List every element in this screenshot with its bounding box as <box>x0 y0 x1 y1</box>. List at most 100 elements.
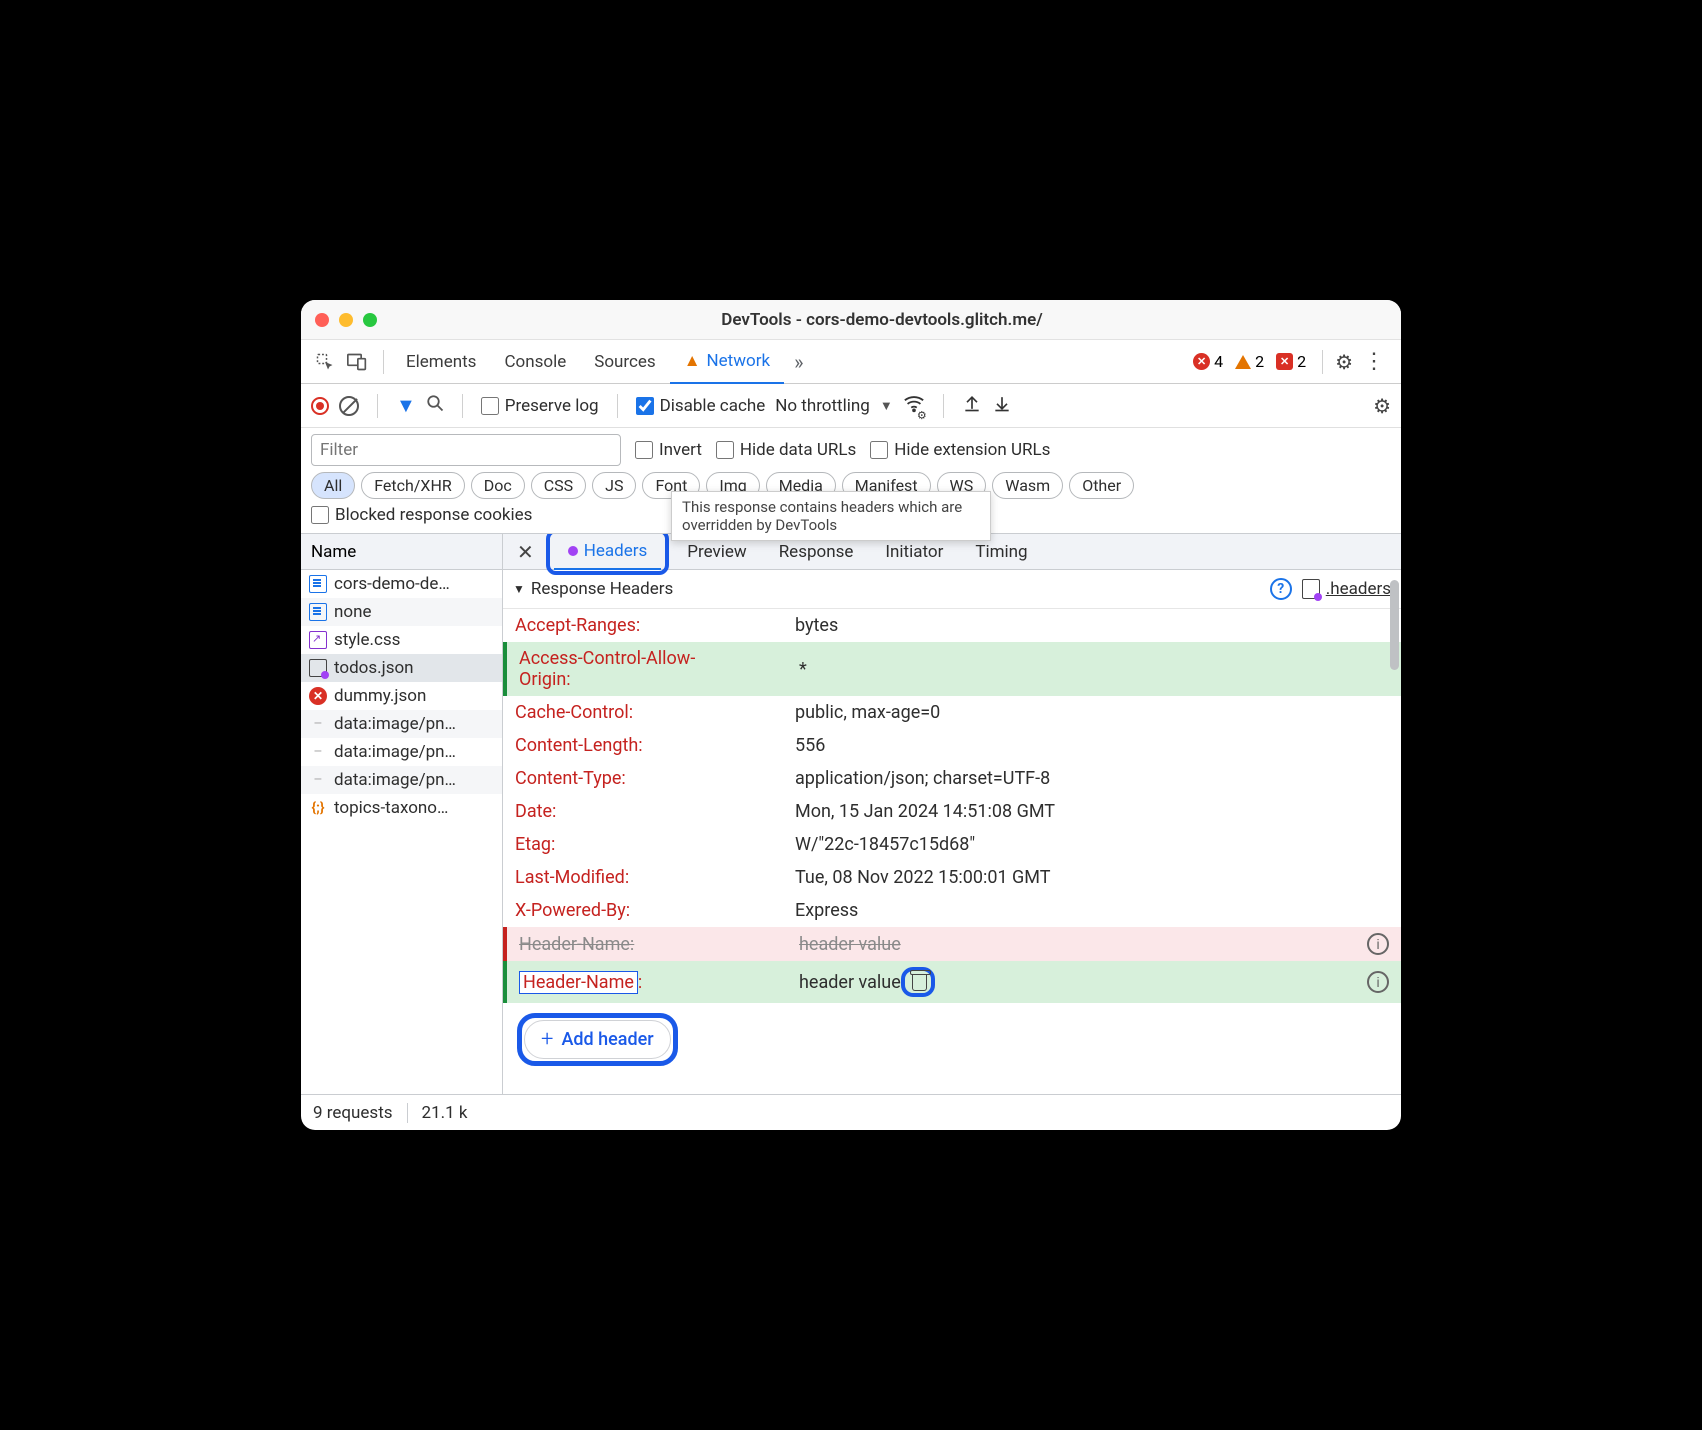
header-row[interactable]: Last-Modified:Tue, 08 Nov 2022 15:00:01 … <box>503 861 1401 894</box>
request-row[interactable]: none <box>301 598 502 626</box>
request-row[interactable]: –data:image/pn… <box>301 766 502 794</box>
header-value: Mon, 15 Jan 2024 14:51:08 GMT <box>795 801 1055 822</box>
header-row[interactable]: Cache-Control:public, max-age=0 <box>503 696 1401 729</box>
main-tabs-bar: Elements Console Sources ▲ Network » ✕4 … <box>301 340 1401 384</box>
add-header-button[interactable]: + Add header <box>524 1020 671 1059</box>
error-count-badge[interactable]: ✕4 <box>1189 352 1227 371</box>
devtools-window: DevTools - cors-demo-devtools.glitch.me/… <box>301 300 1401 1130</box>
override-tooltip: This response contains headers which are… <box>671 491 991 541</box>
filter-pill-all[interactable]: All <box>311 472 355 499</box>
tab-console[interactable]: Console <box>490 340 580 384</box>
header-name: Header-Name: <box>519 934 799 955</box>
response-headers-section-title[interactable]: ▼ Response Headers ? .headers <box>503 570 1401 609</box>
tab-sources[interactable]: Sources <box>580 340 669 384</box>
window-title: DevTools - cors-demo-devtools.glitch.me/ <box>377 310 1387 330</box>
filter-pill-js[interactable]: JS <box>592 472 636 499</box>
request-row[interactable]: todos.json <box>301 654 502 682</box>
toolbar-right-group: ✕4 2 ✕2 ⚙ ⋮ <box>1189 349 1391 374</box>
network-conditions-icon[interactable]: ⚙ <box>903 392 925 420</box>
export-har-icon[interactable] <box>962 393 982 419</box>
override-file-icon <box>309 659 327 677</box>
preserve-log-checkbox[interactable]: Preserve log <box>481 396 599 416</box>
request-row[interactable]: cors-demo-de… <box>301 570 502 598</box>
header-value[interactable]: header value <box>799 972 901 993</box>
header-row[interactable]: Access-Control-Allow-Origin:* <box>503 642 1401 696</box>
request-name: cors-demo-de… <box>334 574 450 594</box>
blocked-cookies-checkbox[interactable]: Blocked response cookies <box>311 505 532 525</box>
disable-cache-checkbox[interactable]: Disable cache <box>636 396 766 416</box>
record-button[interactable] <box>311 397 329 415</box>
issue-count-badge[interactable]: ✕2 <box>1272 352 1310 371</box>
clear-button[interactable] <box>339 396 359 416</box>
divider <box>1322 350 1323 374</box>
warning-icon: ▲ <box>684 351 701 371</box>
header-name-input[interactable]: Header-Name <box>519 971 638 994</box>
header-row[interactable]: Etag:W/"22c-18457c15d68" <box>503 828 1401 861</box>
filter-toggle-icon[interactable]: ▼ <box>396 393 416 418</box>
headers-file-link[interactable]: .headers <box>1302 579 1391 599</box>
override-file-icon <box>1302 579 1320 599</box>
vertical-scrollbar[interactable] <box>1390 580 1399 670</box>
request-row[interactable]: ✕dummy.json <box>301 682 502 710</box>
hide-extension-urls-checkbox[interactable]: Hide extension URLs <box>870 440 1050 460</box>
warning-count-badge[interactable]: 2 <box>1231 352 1268 371</box>
filter-pill-other[interactable]: Other <box>1069 472 1134 499</box>
help-icon[interactable]: ? <box>1270 578 1292 600</box>
request-row[interactable]: style.css <box>301 626 502 654</box>
request-row[interactable]: –data:image/pn… <box>301 710 502 738</box>
hide-data-urls-checkbox[interactable]: Hide data URLs <box>716 440 856 460</box>
tab-headers[interactable]: Headers <box>554 534 662 570</box>
divider <box>377 394 378 418</box>
tab-elements[interactable]: Elements <box>392 340 490 384</box>
filter-pill-css[interactable]: CSS <box>531 472 586 499</box>
divider <box>383 350 384 374</box>
filter-input[interactable] <box>311 434 621 466</box>
delete-header-button[interactable] <box>910 972 930 992</box>
header-row[interactable]: Date:Mon, 15 Jan 2024 14:51:08 GMT <box>503 795 1401 828</box>
close-details-button[interactable]: ✕ <box>509 540 542 564</box>
window-titlebar: DevTools - cors-demo-devtools.glitch.me/ <box>301 300 1401 340</box>
throttling-select[interactable]: No throttling <box>775 396 870 416</box>
info-icon[interactable]: i <box>1367 971 1389 993</box>
settings-gear-icon[interactable]: ⚙ <box>1335 350 1353 374</box>
header-value: application/json; charset=UTF-8 <box>795 768 1050 789</box>
minimize-window-button[interactable] <box>339 313 353 327</box>
info-icon[interactable]: i <box>1367 933 1389 955</box>
invert-checkbox[interactable]: Invert <box>635 440 702 460</box>
override-indicator-icon <box>568 546 578 556</box>
import-har-icon[interactable] <box>992 393 1012 419</box>
throttling-caret-icon[interactable]: ▼ <box>880 398 893 414</box>
tab-network[interactable]: ▲ Network <box>670 340 784 384</box>
document-icon <box>309 575 327 593</box>
header-row[interactable]: Header-Name:header valuei <box>503 927 1401 961</box>
request-list: cors-demo-de… none style.css todos.json✕dum… <box>301 570 502 822</box>
header-value: bytes <box>795 615 838 636</box>
name-column-header[interactable]: Name <box>301 534 502 570</box>
request-details-column: ✕ Headers Preview Response Initiator Tim… <box>503 534 1401 1094</box>
header-value: Express <box>795 900 858 921</box>
device-toolbar-icon[interactable] <box>343 348 371 376</box>
header-row[interactable]: Accept-Ranges:bytes <box>503 609 1401 642</box>
more-menu-icon[interactable]: ⋮ <box>1357 349 1391 374</box>
request-name: style.css <box>334 630 400 650</box>
inspect-element-icon[interactable] <box>311 348 339 376</box>
document-icon <box>309 603 327 621</box>
filter-pill-doc[interactable]: Doc <box>471 472 525 499</box>
header-row[interactable]: Header-Name:header valuei <box>503 961 1401 1003</box>
header-name: Etag: <box>515 834 795 855</box>
network-toolbar: ▼ Preserve log Disable cache No throttli… <box>301 384 1401 428</box>
network-settings-gear-icon[interactable]: ⚙ <box>1373 394 1391 418</box>
search-icon[interactable] <box>426 394 444 417</box>
add-header-row: + Add header <box>503 1003 1401 1080</box>
filter-pill-fetchxhr[interactable]: Fetch/XHR <box>361 472 465 499</box>
maximize-window-button[interactable] <box>363 313 377 327</box>
tabs-overflow-button[interactable]: » <box>784 350 813 374</box>
header-name: Accept-Ranges: <box>515 615 795 636</box>
close-window-button[interactable] <box>315 313 329 327</box>
header-row[interactable]: Content-Length:556 <box>503 729 1401 762</box>
header-row[interactable]: X-Powered-By:Express <box>503 894 1401 927</box>
header-row[interactable]: Content-Type:application/json; charset=U… <box>503 762 1401 795</box>
request-row[interactable]: –data:image/pn… <box>301 738 502 766</box>
filter-pill-wasm[interactable]: Wasm <box>992 472 1063 499</box>
request-row[interactable]: {;}topics-taxono… <box>301 794 502 822</box>
